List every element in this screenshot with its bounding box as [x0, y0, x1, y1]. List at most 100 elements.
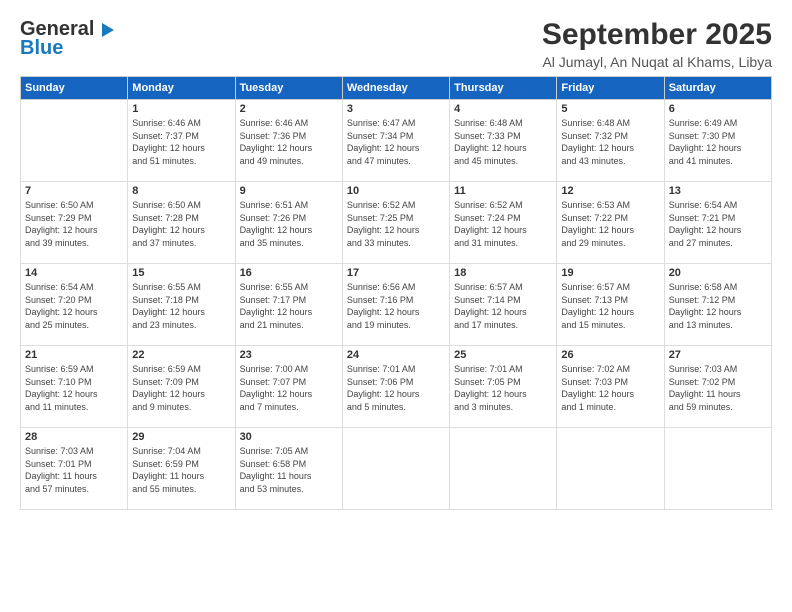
day-number: 24 — [347, 349, 445, 361]
day-info: Sunrise: 6:48 AMSunset: 7:33 PMDaylight:… — [454, 117, 552, 167]
day-number: 14 — [25, 267, 123, 279]
col-monday: Monday — [128, 77, 235, 100]
day-info: Sunrise: 7:03 AMSunset: 7:01 PMDaylight:… — [25, 445, 123, 495]
day-info: Sunrise: 6:57 AMSunset: 7:14 PMDaylight:… — [454, 281, 552, 331]
day-info: Sunrise: 6:51 AMSunset: 7:26 PMDaylight:… — [240, 199, 338, 249]
day-info: Sunrise: 7:01 AMSunset: 7:05 PMDaylight:… — [454, 363, 552, 413]
table-row: 27 Sunrise: 7:03 AMSunset: 7:02 PMDayligh… — [664, 346, 771, 428]
table-row: 25Sunrise: 7:01 AMSunset: 7:05 PMDayligh… — [450, 346, 557, 428]
table-row: 21 Sunrise: 6:59 AMSunset: 7:10 PMDayligh… — [21, 346, 128, 428]
day-info: Sunrise: 6:56 AMSunset: 7:16 PMDaylight:… — [347, 281, 445, 331]
table-row — [21, 100, 128, 182]
day-number: 30 — [240, 431, 338, 443]
day-number: 28 — [25, 431, 123, 443]
table-row: 1 Sunrise: 6:46 AMSunset: 7:37 PMDaylight… — [128, 100, 235, 182]
calendar-week-3: 21 Sunrise: 6:59 AMSunset: 7:10 PMDayligh… — [21, 346, 772, 428]
col-saturday: Saturday — [664, 77, 771, 100]
day-number: 8 — [132, 185, 230, 197]
day-number: 15 — [132, 267, 230, 279]
day-number: 9 — [240, 185, 338, 197]
day-number: 26 — [561, 349, 659, 361]
day-info: Sunrise: 6:54 AMSunset: 7:21 PMDaylight:… — [669, 199, 767, 249]
day-info: Sunrise: 7:02 AMSunset: 7:03 PMDaylight:… — [561, 363, 659, 413]
day-number: 27 — [669, 349, 767, 361]
day-info: Sunrise: 6:49 AMSunset: 7:30 PMDaylight:… — [669, 117, 767, 167]
table-row: 26 Sunrise: 7:02 AMSunset: 7:03 PMDayligh… — [557, 346, 664, 428]
day-number: 1 — [132, 103, 230, 115]
day-info: Sunrise: 6:54 AMSunset: 7:20 PMDaylight:… — [25, 281, 123, 331]
calendar-week-2: 14 Sunrise: 6:54 AMSunset: 7:20 PMDayligh… — [21, 264, 772, 346]
day-number: 11 — [454, 185, 552, 197]
logo-blue: Blue — [20, 37, 63, 60]
table-row: 14 Sunrise: 6:54 AMSunset: 7:20 PMDayligh… — [21, 264, 128, 346]
calendar-header-row: Sunday Monday Tuesday Wednesday Thursday… — [21, 77, 772, 100]
day-number: 17 — [347, 267, 445, 279]
col-thursday: Thursday — [450, 77, 557, 100]
day-number: 22 — [132, 349, 230, 361]
col-friday: Friday — [557, 77, 664, 100]
day-number: 21 — [25, 349, 123, 361]
day-number: 18 — [454, 267, 552, 279]
day-number: 16 — [240, 267, 338, 279]
table-row: 2 Sunrise: 6:46 AMSunset: 7:36 PMDaylight… — [235, 100, 342, 182]
day-info: Sunrise: 6:48 AMSunset: 7:32 PMDaylight:… — [561, 117, 659, 167]
day-info: Sunrise: 6:55 AMSunset: 7:18 PMDaylight:… — [132, 281, 230, 331]
title-block: September 2025 Al Jumayl, An Nuqat al Kh… — [542, 18, 772, 70]
day-info: Sunrise: 7:05 AMSunset: 6:58 PMDaylight:… — [240, 445, 338, 495]
table-row: 10Sunrise: 6:52 AMSunset: 7:25 PMDayligh… — [342, 182, 449, 264]
table-row: 3 Sunrise: 6:47 AMSunset: 7:34 PMDaylight… — [342, 100, 449, 182]
day-info: Sunrise: 6:47 AMSunset: 7:34 PMDaylight:… — [347, 117, 445, 167]
table-row: 16Sunrise: 6:55 AMSunset: 7:17 PMDayligh… — [235, 264, 342, 346]
day-number: 13 — [669, 185, 767, 197]
day-info: Sunrise: 6:58 AMSunset: 7:12 PMDaylight:… — [669, 281, 767, 331]
calendar-week-1: 7Sunrise: 6:50 AMSunset: 7:29 PMDaylight… — [21, 182, 772, 264]
calendar: Sunday Monday Tuesday Wednesday Thursday… — [20, 76, 772, 510]
table-row: 28 Sunrise: 7:03 AMSunset: 7:01 PMDayligh… — [21, 428, 128, 510]
day-info: Sunrise: 6:52 AMSunset: 7:24 PMDaylight:… — [454, 199, 552, 249]
day-number: 2 — [240, 103, 338, 115]
day-info: Sunrise: 6:53 AMSunset: 7:22 PMDaylight:… — [561, 199, 659, 249]
day-number: 6 — [669, 103, 767, 115]
day-info: Sunrise: 6:46 AMSunset: 7:37 PMDaylight:… — [132, 117, 230, 167]
table-row: 7Sunrise: 6:50 AMSunset: 7:29 PMDaylight… — [21, 182, 128, 264]
day-info: Sunrise: 6:57 AMSunset: 7:13 PMDaylight:… — [561, 281, 659, 331]
table-row — [450, 428, 557, 510]
month-title: September 2025 — [542, 18, 772, 52]
day-number: 5 — [561, 103, 659, 115]
table-row: 30 Sunrise: 7:05 AMSunset: 6:58 PMDayligh… — [235, 428, 342, 510]
day-info: Sunrise: 6:59 AMSunset: 7:10 PMDaylight:… — [25, 363, 123, 413]
table-row: 18 Sunrise: 6:57 AMSunset: 7:14 PMDayligh… — [450, 264, 557, 346]
table-row: 4 Sunrise: 6:48 AMSunset: 7:33 PMDaylight… — [450, 100, 557, 182]
table-row: 8 Sunrise: 6:50 AMSunset: 7:28 PMDaylight… — [128, 182, 235, 264]
header: General Blue September 2025 Al Jumayl, A… — [20, 18, 772, 70]
logo: General Blue — [20, 18, 116, 60]
table-row: 15 Sunrise: 6:55 AMSunset: 7:18 PMDayligh… — [128, 264, 235, 346]
table-row — [557, 428, 664, 510]
table-row: 6 Sunrise: 6:49 AMSunset: 7:30 PMDaylight… — [664, 100, 771, 182]
day-number: 23 — [240, 349, 338, 361]
day-info: Sunrise: 7:00 AMSunset: 7:07 PMDaylight:… — [240, 363, 338, 413]
day-number: 20 — [669, 267, 767, 279]
table-row: 22 Sunrise: 6:59 AMSunset: 7:09 PMDayligh… — [128, 346, 235, 428]
table-row: 23 Sunrise: 7:00 AMSunset: 7:07 PMDayligh… — [235, 346, 342, 428]
day-number: 3 — [347, 103, 445, 115]
table-row: 29Sunrise: 7:04 AMSunset: 6:59 PMDayligh… — [128, 428, 235, 510]
day-info: Sunrise: 6:59 AMSunset: 7:09 PMDaylight:… — [132, 363, 230, 413]
table-row: 19 Sunrise: 6:57 AMSunset: 7:13 PMDayligh… — [557, 264, 664, 346]
day-number: 12 — [561, 185, 659, 197]
day-info: Sunrise: 6:50 AMSunset: 7:28 PMDaylight:… — [132, 199, 230, 249]
table-row: 20 Sunrise: 6:58 AMSunset: 7:12 PMDayligh… — [664, 264, 771, 346]
day-info: Sunrise: 6:46 AMSunset: 7:36 PMDaylight:… — [240, 117, 338, 167]
table-row: 11 Sunrise: 6:52 AMSunset: 7:24 PMDayligh… — [450, 182, 557, 264]
day-info: Sunrise: 7:04 AMSunset: 6:59 PMDaylight:… — [132, 445, 230, 495]
col-tuesday: Tuesday — [235, 77, 342, 100]
col-wednesday: Wednesday — [342, 77, 449, 100]
table-row — [664, 428, 771, 510]
table-row: 12 Sunrise: 6:53 AMSunset: 7:22 PMDayligh… — [557, 182, 664, 264]
day-number: 4 — [454, 103, 552, 115]
day-info: Sunrise: 7:03 AMSunset: 7:02 PMDaylight:… — [669, 363, 767, 413]
table-row: 13 Sunrise: 6:54 AMSunset: 7:21 PMDayligh… — [664, 182, 771, 264]
day-number: 19 — [561, 267, 659, 279]
day-info: Sunrise: 6:50 AMSunset: 7:29 PMDaylight:… — [25, 199, 123, 249]
day-info: Sunrise: 7:01 AMSunset: 7:06 PMDaylight:… — [347, 363, 445, 413]
